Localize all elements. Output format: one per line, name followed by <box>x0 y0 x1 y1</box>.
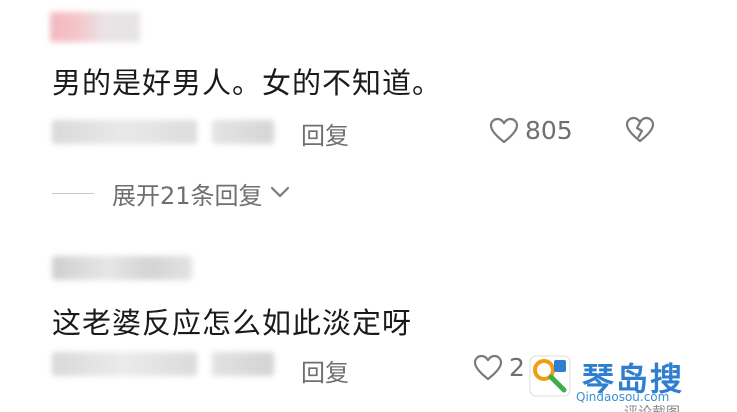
comment-meta-blurred <box>212 352 274 376</box>
reply-button[interactable]: 回复 <box>301 116 349 151</box>
comment-section: 男的是好男人。女的不知道。 回复 805 展开21条回复 这老婆反应怎么如此淡定… <box>0 0 737 412</box>
reply-button[interactable]: 回复 <box>301 353 349 388</box>
heart-outline-icon <box>489 117 519 145</box>
comment-meta-blurred <box>52 352 197 376</box>
like-button[interactable]: 2 <box>473 353 525 382</box>
comment-meta-blurred <box>52 120 197 144</box>
username-blurred[interactable] <box>52 256 192 280</box>
comment-text: 这老婆反应怎么如此淡定呀 <box>52 306 413 340</box>
like-count: 805 <box>525 116 573 145</box>
expand-replies-button[interactable]: 展开21条回复 <box>52 176 293 211</box>
heart-outline-icon <box>473 354 503 382</box>
broken-heart-icon <box>624 116 656 148</box>
like-count: 2 <box>509 353 525 382</box>
chevron-down-icon <box>263 182 293 206</box>
username-blurred[interactable] <box>50 12 140 42</box>
comment-text: 男的是好男人。女的不知道。 <box>52 66 443 100</box>
watermark-caption: 评论截图 <box>624 402 680 412</box>
expand-replies-label: 展开21条回复 <box>112 182 263 210</box>
comment-meta-blurred <box>212 120 274 144</box>
divider <box>52 193 94 194</box>
dislike-button[interactable] <box>624 116 656 148</box>
search-logo-icon <box>528 354 576 402</box>
watermark: 琴岛搜 Qindaosou.com 评论截图 <box>528 352 737 412</box>
like-button[interactable]: 805 <box>489 116 573 145</box>
